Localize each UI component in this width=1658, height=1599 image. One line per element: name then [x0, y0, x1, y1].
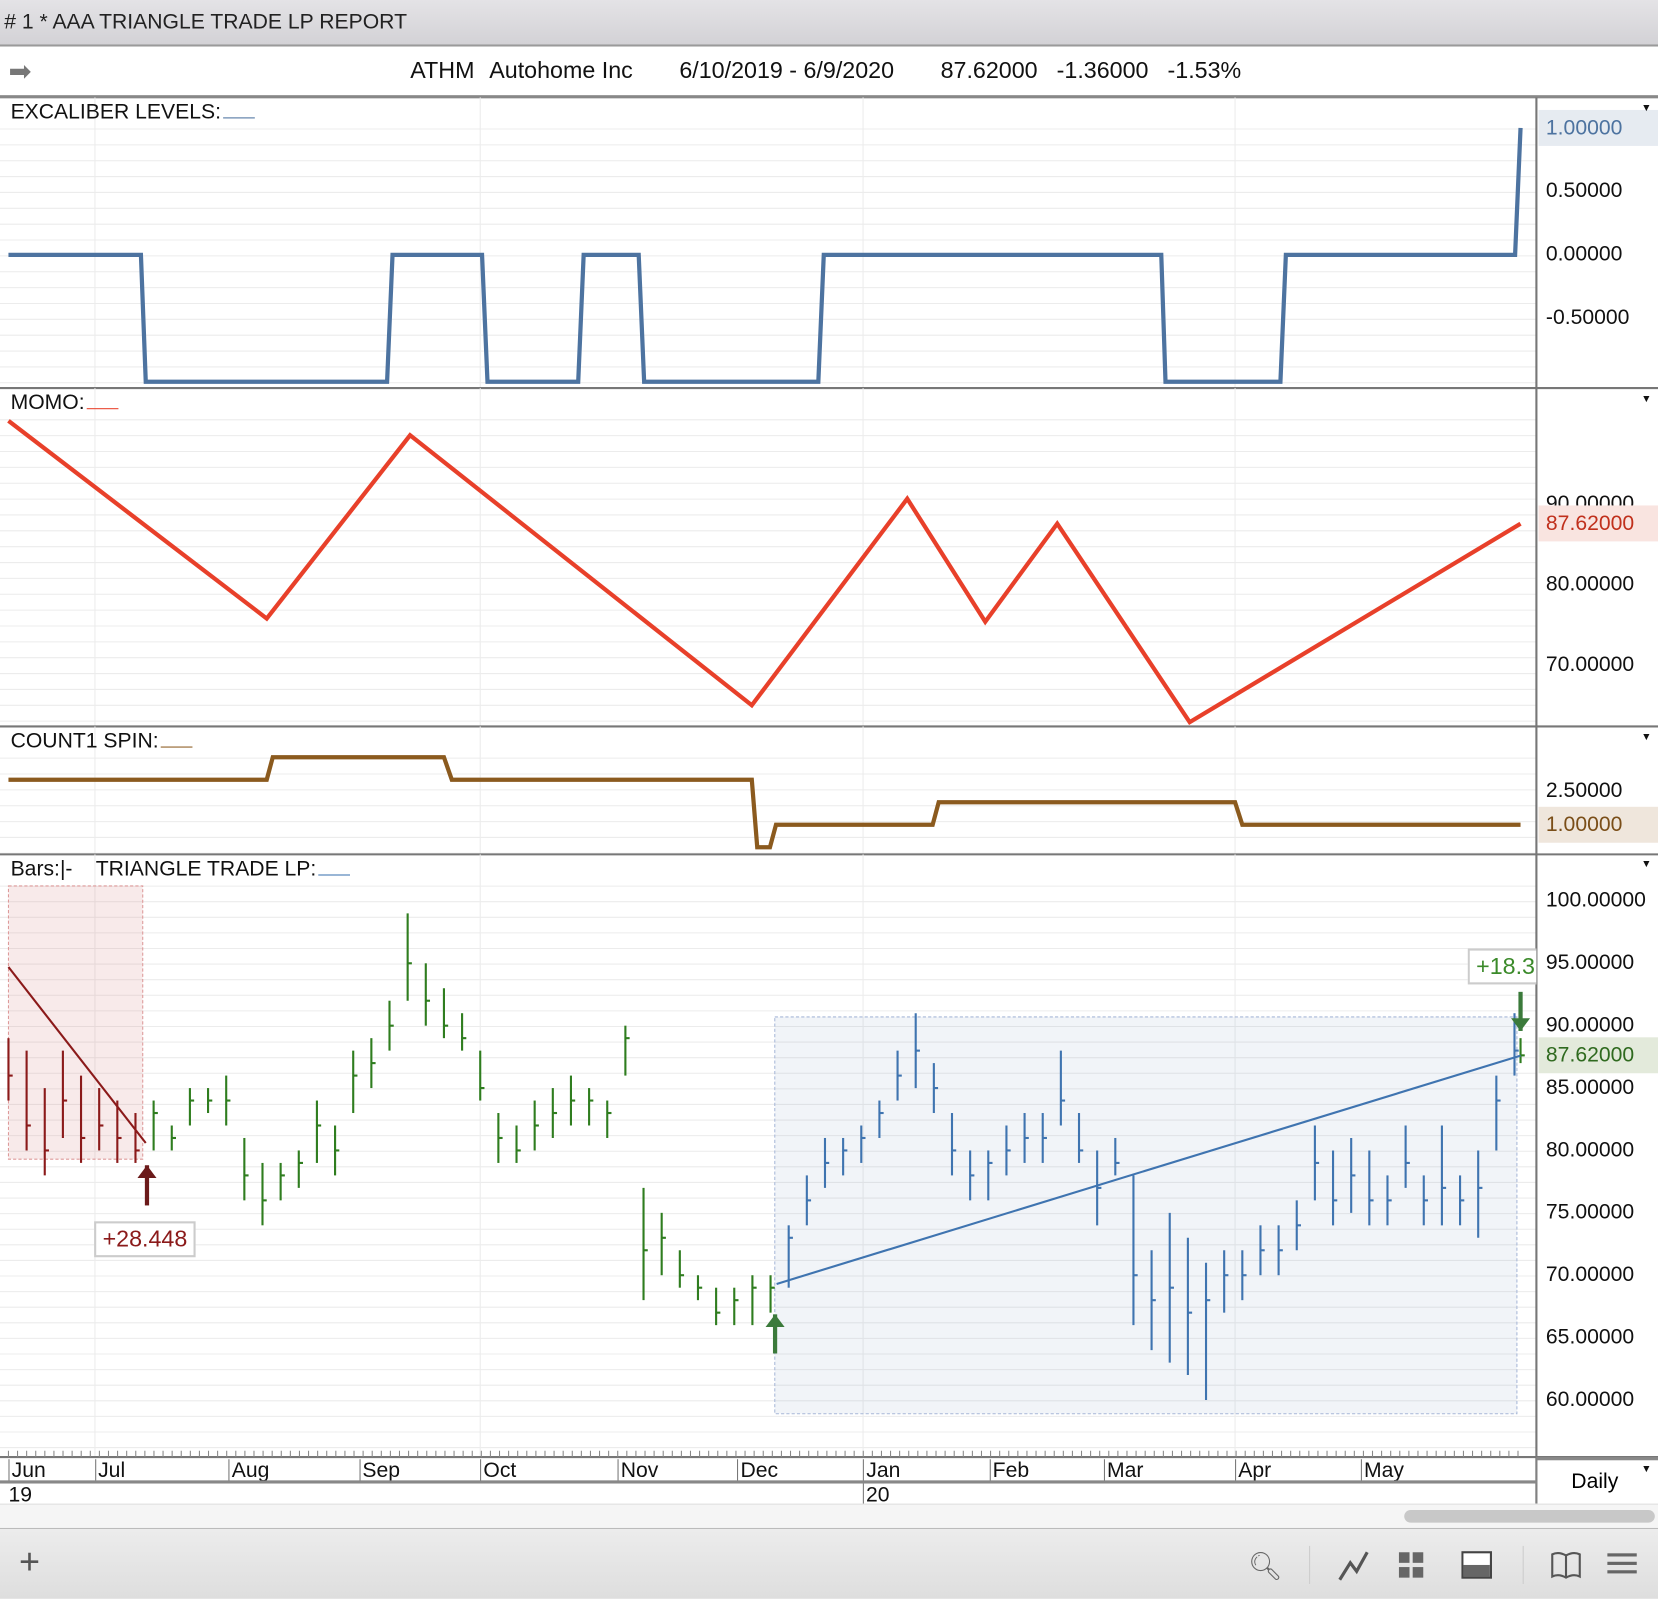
momo-line: [7, 419, 1522, 726]
month-label: Mar: [1103, 1459, 1143, 1483]
y-tick-label: 100.00000: [1545, 888, 1646, 913]
draw-line-icon[interactable]: [1338, 1550, 1370, 1589]
menu-icon[interactable]: [1607, 1550, 1637, 1585]
book-icon[interactable]: [1550, 1550, 1582, 1587]
y-tick-label: -0.50000: [1545, 306, 1630, 330]
y-tick-label: 2.50000: [1545, 778, 1623, 803]
period-dropdown-icon[interactable]: ▼: [1641, 1463, 1651, 1475]
price-label: Bars:|- TRIANGLE TRADE LP:: [11, 858, 351, 882]
date-range: 6/10/2019 - 6/9/2020: [679, 57, 895, 84]
count1-label: COUNT1 SPIN:: [11, 730, 193, 754]
month-label: Feb: [989, 1459, 1029, 1483]
momo-current-value: 87.62000: [1538, 505, 1658, 542]
gain-label-up-zone: +18.3: [1467, 948, 1537, 985]
y-tick-label: 0.00000: [1545, 242, 1623, 266]
y-tick-label: 60.00000: [1545, 1387, 1635, 1412]
down-zone: [7, 885, 144, 1160]
y-tick-label: 70.00000: [1545, 652, 1635, 677]
y-tick-label: 70.00000: [1545, 1263, 1635, 1287]
excaliber-line: [8, 127, 1523, 384]
momo-label: MOMO:: [11, 391, 119, 415]
window-title-bar: # 1 * AAA TRIANGLE TRADE LP REPORT: [0, 0, 1658, 47]
y-tick-label: 75.00000: [1545, 1200, 1635, 1224]
add-button[interactable]: +: [19, 1542, 40, 1583]
horizontal-scrollbar-thumb[interactable]: [1404, 1509, 1655, 1523]
count1-line: [8, 755, 1521, 850]
percent-change: -1.53%: [1167, 57, 1242, 84]
month-label: Apr: [1235, 1459, 1271, 1483]
bottom-toolbar: + 🔍︎: [0, 1527, 1658, 1599]
month-label: Jan: [863, 1459, 900, 1483]
month-label: Nov: [617, 1459, 658, 1483]
y-tick-label: 90.00000: [1545, 1013, 1635, 1037]
month-label: May: [1360, 1459, 1404, 1483]
count1-current-value: 1.00000: [1538, 806, 1658, 843]
excaliber-label: EXCALIBER LEVELS:: [11, 100, 255, 124]
month-label: Sep: [359, 1459, 400, 1483]
report-title: # 1 * AAA TRIANGLE TRADE LP REPORT: [4, 10, 407, 34]
panel-layout-icon[interactable]: [1461, 1550, 1493, 1587]
y-tick-label: 85.00000: [1545, 1075, 1635, 1100]
excaliber-menu-icon[interactable]: ▼: [1641, 103, 1651, 115]
last-price: 87.62000: [940, 57, 1038, 84]
momo-menu-icon[interactable]: ▼: [1641, 393, 1651, 405]
symbol: ATHM: [410, 57, 475, 84]
grid-layout-icon[interactable]: [1398, 1550, 1425, 1587]
excaliber-current-value: 1.00000: [1538, 109, 1658, 146]
month-label: Jul: [94, 1459, 125, 1483]
gain-label-down-zone: +28.448: [94, 1221, 196, 1258]
price-current-value: 87.62000: [1538, 1037, 1658, 1074]
month-label: Dec: [737, 1459, 778, 1483]
month-label: Oct: [480, 1459, 516, 1483]
company-name: Autohome Inc: [489, 57, 633, 84]
chart-canvas[interactable]: [0, 97, 1658, 1504]
y-tick-label: 95.00000: [1545, 951, 1635, 975]
symbol-info-bar: ➡ ATHM Autohome Inc 6/10/2019 - 6/9/2020 87…: [0, 47, 1658, 99]
count1-menu-icon[interactable]: ▼: [1641, 732, 1651, 744]
net-change: -1.36000: [1056, 57, 1149, 84]
search-icon[interactable]: 🔍︎: [1248, 1550, 1283, 1583]
arrow-right-icon[interactable]: ➡: [8, 47, 31, 96]
y-tick-label: 80.00000: [1545, 572, 1635, 596]
y-tick-label: 65.00000: [1545, 1325, 1635, 1349]
y-tick-label: 0.50000: [1545, 179, 1623, 203]
price-menu-icon[interactable]: ▼: [1641, 859, 1651, 871]
month-label: Jun: [8, 1459, 46, 1483]
up-zone: [774, 1016, 1518, 1415]
period-selector[interactable]: Daily: [1571, 1470, 1618, 1494]
horizontal-scrollbar-track[interactable]: [0, 1503, 1658, 1530]
y-tick-label: 80.00000: [1545, 1138, 1635, 1162]
month-label: Aug: [228, 1459, 269, 1483]
